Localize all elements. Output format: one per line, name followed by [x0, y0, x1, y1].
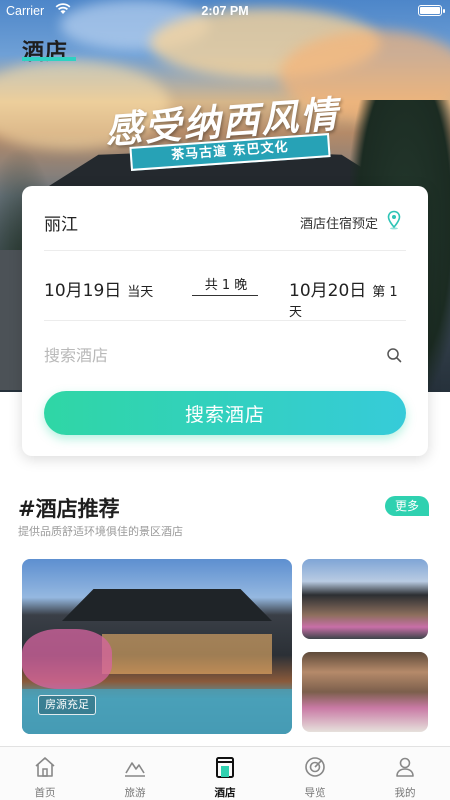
- hotel-photo-main[interactable]: 房源充足: [22, 559, 292, 734]
- city-row[interactable]: 丽江 酒店住宿预定: [44, 208, 406, 236]
- tab-hotel[interactable]: 酒店: [180, 747, 270, 800]
- search-row: [44, 342, 406, 370]
- check-in-note: 当天: [127, 285, 154, 300]
- tab-profile[interactable]: 我的: [360, 747, 450, 800]
- home-icon: [35, 757, 55, 777]
- divider: [44, 250, 406, 251]
- nights-underline: [192, 295, 258, 296]
- title-underline: [22, 57, 76, 61]
- check-in-date[interactable]: 10月19日 当天: [44, 276, 153, 301]
- hotel-icon: [216, 757, 234, 778]
- tab-bar: 首页 旅游 酒店 导览 我的: [0, 746, 450, 800]
- hotel-search-input[interactable]: [44, 342, 374, 368]
- check-in-date-text: 10月19日: [44, 281, 122, 301]
- tab-home[interactable]: 首页: [0, 747, 90, 800]
- tab-guide[interactable]: 导览: [270, 747, 360, 800]
- check-out-date[interactable]: 10月20日第 1 天: [289, 276, 406, 321]
- availability-badge: 房源充足: [38, 695, 96, 715]
- search-hotel-button[interactable]: 搜索酒店: [44, 391, 406, 435]
- more-button[interactable]: 更多: [385, 496, 429, 516]
- tab-travel[interactable]: 旅游: [90, 747, 180, 800]
- hotel-photo-bottom-right[interactable]: [302, 652, 428, 732]
- user-icon: [396, 757, 414, 777]
- status-bar: Carrier 2:07 PM: [0, 0, 450, 22]
- nights-count: 共 1 晚: [204, 278, 248, 293]
- hotel-search-card: 丽江 酒店住宿预定 10月19日 当天 共 1 晚 10月20日第 1 天 搜索酒…: [22, 186, 428, 456]
- photo-roof-shape: [62, 589, 272, 621]
- location-icon[interactable]: [386, 210, 402, 230]
- city-label[interactable]: 丽江: [44, 210, 78, 235]
- section-subtitle: 提供品质舒适环境俱佳的景区酒店: [18, 525, 183, 538]
- tab-label: 首页: [34, 787, 56, 799]
- target-icon: [305, 757, 325, 777]
- check-out-date-text: 10月20日: [289, 281, 367, 301]
- hotel-photo-top-right[interactable]: [302, 559, 428, 639]
- search-icon[interactable]: [386, 347, 402, 363]
- date-row: 10月19日 当天 共 1 晚 10月20日第 1 天: [44, 274, 406, 320]
- status-time: 2:07 PM: [201, 4, 249, 18]
- tab-label: 我的: [394, 787, 416, 799]
- section-title: #酒店推荐: [18, 497, 120, 521]
- tab-label: 导览: [304, 787, 326, 799]
- booking-type-label: 酒店住宿预定: [299, 217, 378, 232]
- tab-label: 酒店: [214, 787, 236, 799]
- page-title: 酒店: [22, 40, 69, 65]
- photo-flowers-shape: [22, 629, 112, 689]
- tab-label: 旅游: [124, 787, 146, 799]
- battery-icon: [418, 5, 445, 16]
- divider: [44, 320, 406, 321]
- photo-lights-shape: [102, 634, 272, 674]
- mountain-icon: [125, 762, 145, 777]
